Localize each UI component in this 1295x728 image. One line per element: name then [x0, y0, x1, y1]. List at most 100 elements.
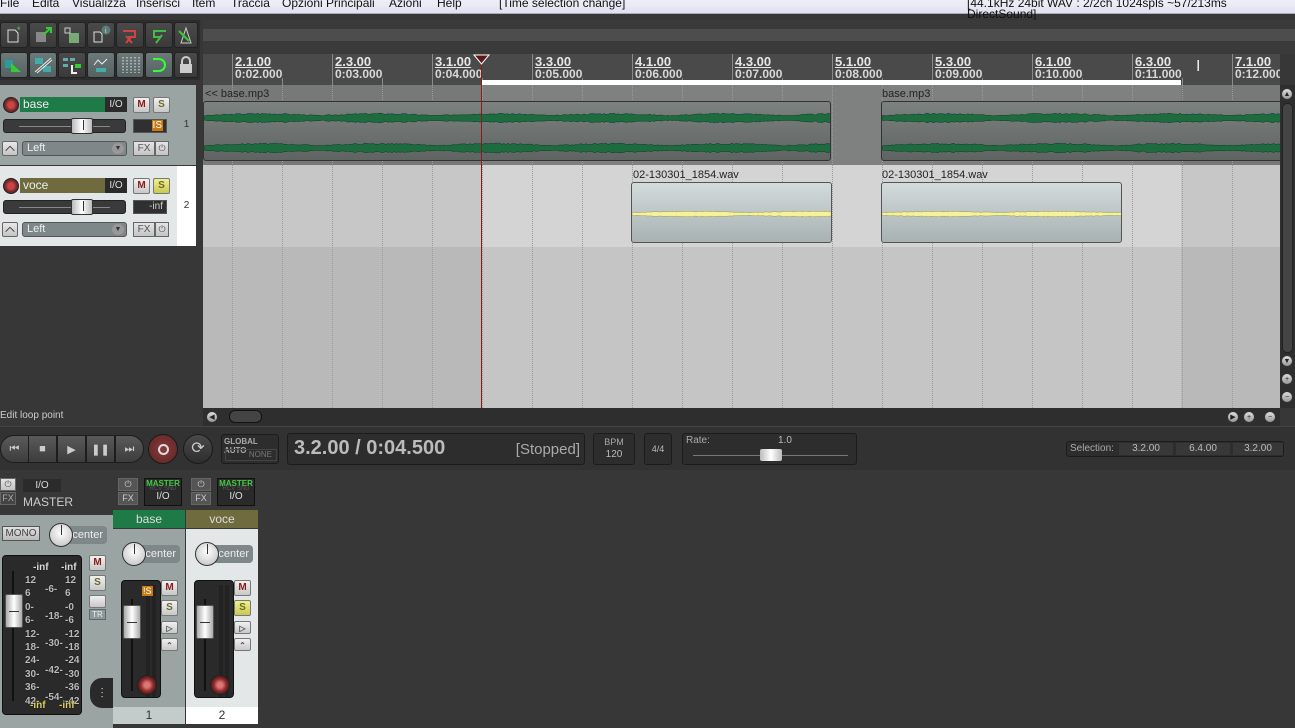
master-volume-fader[interactable] [5, 594, 23, 628]
menu-item[interactable]: Item [192, 0, 215, 9]
selection-length-field[interactable]: 3.2.00 [1233, 443, 1283, 455]
selection-end-field[interactable]: 6.4.00 [1176, 443, 1230, 455]
project-settings-button[interactable]: i [87, 22, 115, 48]
master-fx-power-button[interactable]: ⏻ [0, 478, 16, 491]
strip-name[interactable]: voce [186, 510, 258, 528]
master-envelope-button[interactable]: ⌃ [89, 595, 106, 608]
record-arm-button[interactable] [3, 178, 19, 194]
vertical-scrollbar[interactable]: ▲ ▼ + − [1280, 85, 1295, 408]
scroll-right-button[interactable]: ▶ [1227, 411, 1239, 423]
envelope-button[interactable] [2, 141, 18, 156]
fx-power-button[interactable]: ⏻ [118, 478, 138, 491]
master-fx-button[interactable]: FX [0, 492, 16, 505]
menu-inserisci[interactable]: Inserisci [136, 0, 180, 9]
master-mute-button[interactable]: M [89, 555, 106, 571]
track-io-button[interactable]: I/O [105, 97, 127, 112]
fx-button[interactable]: FX [133, 222, 155, 237]
scroll-left-button[interactable]: ◀ [206, 411, 218, 423]
volume-fader[interactable] [3, 118, 126, 134]
pause-button[interactable]: ❚❚ [86, 435, 115, 463]
open-project-button[interactable] [29, 22, 57, 48]
pan-control[interactable]: center [193, 542, 253, 568]
playrate-slider[interactable] [759, 449, 782, 461]
fx-bypass-button[interactable]: ⏻ [155, 222, 169, 237]
lock-button[interactable] [174, 52, 198, 78]
track-io-button[interactable]: I/O [105, 178, 127, 193]
mute-button[interactable]: M [133, 178, 150, 194]
pan-knob[interactable] [122, 542, 146, 566]
phase-button[interactable]: ▷ [161, 621, 178, 634]
mute-button[interactable]: M [133, 97, 150, 113]
mute-button[interactable]: M [234, 580, 251, 596]
solo-button[interactable]: S [161, 600, 178, 616]
time-display[interactable]: 3.2.00 / 0:04.500 [Stopped] [287, 433, 585, 465]
mono-button[interactable]: MONO [2, 526, 40, 541]
stop-button[interactable]: ■ [28, 435, 57, 463]
save-project-button[interactable] [58, 22, 86, 48]
fx-power-button[interactable]: ⏻ [191, 478, 211, 491]
fx-button[interactable]: FX [133, 141, 155, 156]
record-arm-button[interactable] [137, 675, 157, 695]
redo-button[interactable] [145, 22, 173, 48]
zoom-out-vertical-button[interactable]: − [1281, 391, 1293, 403]
menu-visualizza[interactable]: Visualizza [72, 0, 126, 9]
go-to-start-button[interactable]: ⏮ [0, 435, 29, 463]
envelope-button[interactable]: ⌃ [234, 638, 251, 651]
fx-bypass-button[interactable]: ⏻ [155, 141, 169, 156]
arrange-view[interactable]: << base.mp3 base.mp3 02-130301_1854.wav … [203, 85, 1280, 408]
scroll-down-button[interactable]: ▼ [1281, 355, 1293, 367]
volume-fader[interactable] [123, 605, 141, 639]
play-button[interactable]: ▶ [57, 435, 86, 463]
envelope-points-button[interactable] [87, 52, 115, 78]
master-io-button[interactable]: I/O [23, 479, 61, 492]
strip-name[interactable]: base [113, 510, 185, 528]
pan-mode-dropdown[interactable]: Left ▼ [22, 222, 127, 237]
horizontal-scrollbar[interactable]: ◀ ▶ + − [203, 408, 1280, 426]
volume-fader[interactable] [3, 199, 126, 215]
zoom-in-horizontal-button[interactable]: + [1243, 411, 1255, 423]
zoom-out-horizontal-button[interactable]: − [1264, 411, 1276, 423]
phase-button[interactable]: ▷ [234, 621, 251, 634]
menu-traccia[interactable]: Traccia [231, 0, 270, 9]
routing-button[interactable]: MASTER RCV SND I/O [144, 478, 182, 506]
hscroll-thumb[interactable] [229, 410, 262, 423]
pan-knob[interactable] [49, 523, 73, 547]
grouping-button[interactable] [58, 52, 86, 78]
pan-mode-dropdown[interactable]: Left ▼ [22, 141, 127, 156]
master-solo-button[interactable]: S [89, 575, 106, 591]
menu-edita[interactable]: Edita [32, 0, 59, 9]
solo-button[interactable]: S [153, 178, 170, 194]
routing-button[interactable]: MASTER RCV SND I/O [217, 478, 255, 506]
envelope-button[interactable]: ⌃ [161, 638, 178, 651]
menu-opzioni-principali[interactable]: Opzioni Principali [282, 0, 375, 9]
selection-start-field[interactable]: 3.2.00 [1119, 443, 1173, 455]
zoom-in-vertical-button[interactable]: + [1281, 373, 1293, 385]
edit-cursor[interactable] [481, 54, 482, 408]
master-trim-button[interactable]: TR [89, 609, 106, 620]
media-item-voce-1[interactable] [631, 182, 832, 243]
mute-button[interactable]: M [161, 580, 178, 596]
fx-button[interactable]: FX [118, 492, 138, 505]
master-pan-control[interactable]: center [47, 523, 107, 549]
undo-button[interactable] [116, 22, 144, 48]
record-arm-button[interactable] [3, 97, 19, 113]
pan-knob[interactable] [195, 542, 219, 566]
media-item-base-2[interactable] [881, 101, 1280, 161]
global-auto-mode-button[interactable]: NONE [225, 449, 277, 461]
playhead-marker-icon[interactable] [473, 54, 491, 66]
track-name-field[interactable]: base [20, 97, 106, 112]
track-header-voce[interactable]: voce I/O M S -inf Left ▼ FX ⏻ 2 [0, 166, 196, 246]
pan-control[interactable]: center [120, 542, 180, 568]
loop-button[interactable] [145, 52, 173, 78]
menu-file[interactable]: File [0, 0, 19, 9]
bpm-display[interactable]: BPM 120 [593, 433, 635, 465]
track-header-base[interactable]: base I/O M S IS Left ▼ FX ⏻ 1 [0, 85, 196, 165]
ripple-edit-button[interactable] [29, 52, 57, 78]
repeat-toggle-button[interactable]: ⟳ [183, 434, 213, 464]
mixer-options-button[interactable]: ⫶ [90, 678, 114, 708]
auto-crossfade-button[interactable] [0, 52, 28, 78]
metronome-button[interactable] [174, 22, 198, 48]
menu-azioni[interactable]: Azioni [389, 0, 422, 9]
record-button[interactable] [148, 434, 178, 464]
volume-fader[interactable] [196, 605, 214, 639]
